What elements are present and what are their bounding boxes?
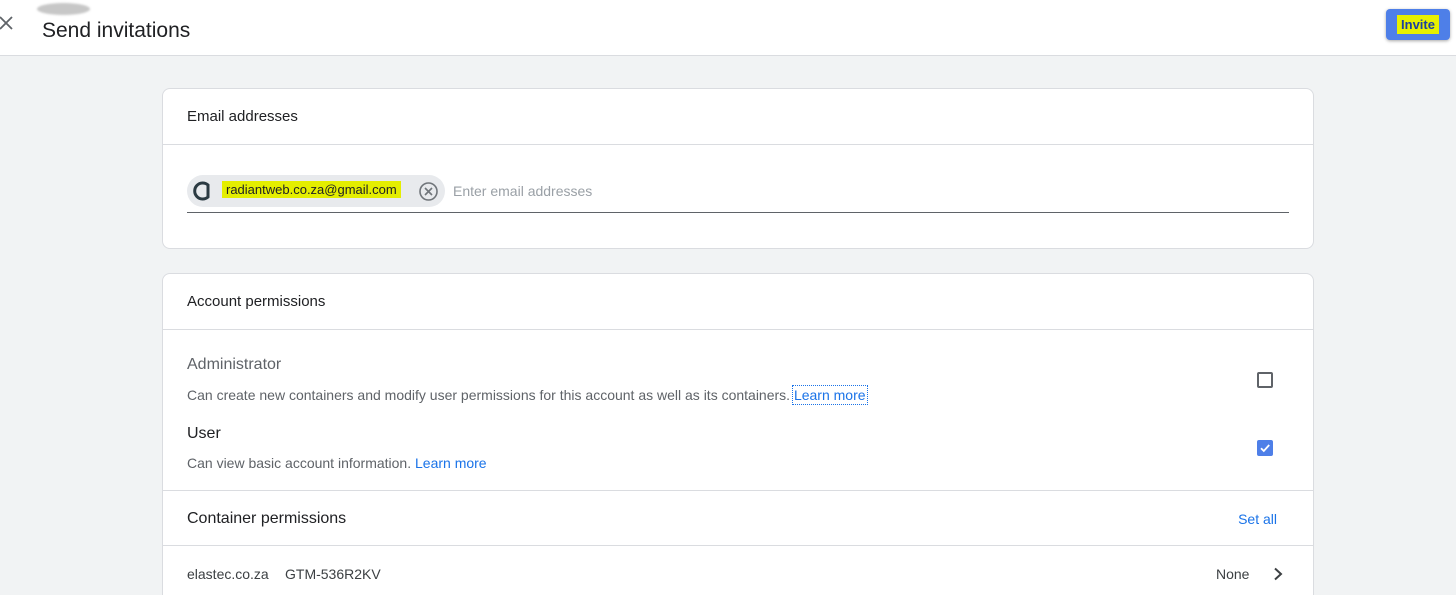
top-bar: Send invitations Invite bbox=[0, 0, 1456, 56]
administrator-role-name: Administrator bbox=[187, 356, 282, 373]
user-role-description: Can view basic account information. Lear… bbox=[187, 455, 487, 471]
email-input-row: radiantweb.co.za@gmail.com bbox=[187, 175, 1289, 213]
administrator-role-description: Can create new containers and modify use… bbox=[187, 385, 868, 405]
user-learn-more-link[interactable]: Learn more bbox=[415, 455, 487, 471]
email-addresses-card: Email addresses radiantweb.co.za@gmail.c… bbox=[162, 88, 1314, 249]
close-icon[interactable] bbox=[0, 13, 18, 35]
container-section-divider bbox=[163, 490, 1313, 491]
account-permissions-card: Account permissions Administrator Can cr… bbox=[162, 273, 1314, 595]
administrator-learn-more-link[interactable]: Learn more bbox=[791, 385, 868, 405]
set-all-button[interactable]: Set all bbox=[1238, 511, 1277, 527]
invite-button-label: Invite bbox=[1397, 15, 1439, 34]
administrator-checkbox[interactable] bbox=[1257, 372, 1273, 388]
user-description-text: Can view basic account information. bbox=[187, 455, 412, 471]
permissions-card-title: Account permissions bbox=[163, 274, 1313, 330]
administrator-description-text: Can create new containers and modify use… bbox=[187, 387, 791, 403]
container-permission-value: None bbox=[1216, 566, 1250, 582]
page-title: Send invitations bbox=[42, 19, 191, 42]
remove-chip-icon[interactable] bbox=[418, 181, 439, 202]
container-name: elastec.co.za bbox=[187, 566, 269, 582]
user-checkbox[interactable] bbox=[1257, 440, 1273, 456]
container-permissions-title: Container permissions bbox=[187, 510, 347, 527]
user-role-name: User bbox=[187, 425, 221, 442]
redacted-account-name bbox=[37, 3, 90, 15]
email-chip-text: radiantweb.co.za@gmail.com bbox=[222, 181, 401, 198]
chevron-right-icon bbox=[1274, 567, 1283, 581]
avatar-icon bbox=[193, 181, 210, 201]
email-card-title: Email addresses bbox=[163, 89, 1313, 145]
container-id: GTM-536R2KV bbox=[285, 566, 381, 582]
email-input[interactable] bbox=[453, 180, 1273, 202]
check-icon bbox=[1260, 444, 1270, 453]
invite-button[interactable]: Invite bbox=[1386, 9, 1450, 40]
container-row[interactable]: elastec.co.za GTM-536R2KV None bbox=[163, 546, 1313, 595]
email-chip[interactable]: radiantweb.co.za@gmail.com bbox=[187, 175, 445, 207]
